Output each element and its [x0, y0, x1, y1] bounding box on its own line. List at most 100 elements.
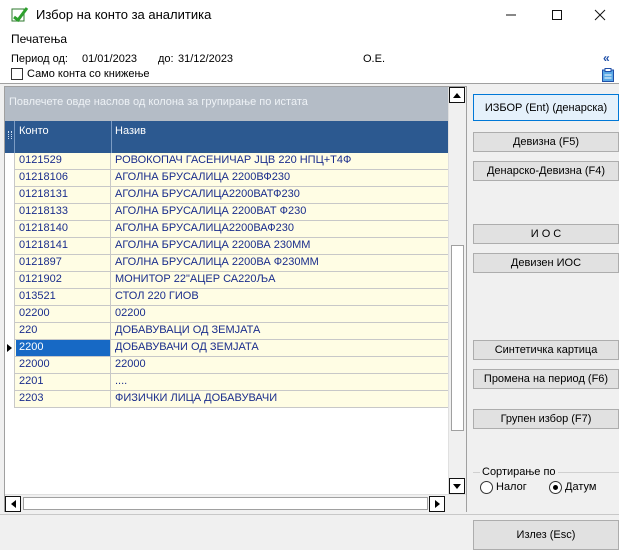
only-booked-checkbox[interactable]	[11, 68, 23, 80]
table-row[interactable]: 0121897 АГОЛНА БРУСАЛИЦА 2200ВА Ф230ММ	[5, 255, 448, 272]
row-indicator[interactable]	[5, 187, 15, 204]
accounts-grid[interactable]: Повлечете овде наслов од колона за групи…	[4, 86, 467, 512]
cell-konto[interactable]: 22000	[16, 357, 111, 373]
row-indicator[interactable]	[5, 221, 15, 238]
sort-by-datum-radio[interactable]	[549, 481, 562, 494]
cell-konto[interactable]: 220	[16, 323, 111, 339]
close-icon[interactable]	[580, 0, 619, 30]
cell-konto[interactable]: 0121897	[16, 255, 111, 271]
select-denar-button[interactable]: ИЗБОР (Ent) (денарска)	[473, 94, 619, 121]
denar-foreign-button[interactable]: Денарско-Девизна (F4)	[473, 161, 619, 181]
row-indicator[interactable]	[5, 272, 15, 289]
scroll-down-icon[interactable]	[449, 478, 465, 494]
foreign-currency-button[interactable]: Девизна (F5)	[473, 132, 619, 152]
row-indicator[interactable]	[5, 374, 15, 391]
row-indicator[interactable]	[5, 306, 15, 323]
table-row[interactable]: 0121529 РОВОКОПАЧ ГАСЕНИЧАР ЈЦВ 220 НПЦ+Т…	[5, 153, 448, 170]
row-indicator[interactable]	[5, 170, 15, 187]
cell-konto[interactable]: 013521	[16, 289, 111, 305]
cell-konto[interactable]: 02200	[16, 306, 111, 322]
table-row[interactable]: 01218140 АГОЛНА БРУСАЛИЦА2200ВАФ230	[5, 221, 448, 238]
table-row[interactable]: 01218131 АГОЛНА БРУСАЛИЦА2200ВАТФ230	[5, 187, 448, 204]
cell-naziv[interactable]: АГОЛНА БРУСАЛИЦА 2200ВФ230	[112, 170, 448, 186]
row-indicator[interactable]	[5, 153, 15, 170]
period-from-value: 01/01/2023	[82, 53, 138, 65]
group-by-panel[interactable]: Повлечете овде наслов од колона за групи…	[5, 87, 448, 121]
maximize-icon[interactable]	[534, 0, 580, 30]
cell-naziv[interactable]: ....	[112, 374, 448, 390]
row-indicator[interactable]	[5, 238, 15, 255]
table-row[interactable]: 220 ДОБАВУВАЦИ ОД ЗЕМЈАТА	[5, 323, 448, 340]
table-row[interactable]: 01218141 АГОЛНА БРУСАЛИЦА 2200ВА 230ММ	[5, 238, 448, 255]
table-row[interactable]: 01218133 АГОЛНА БРУСАЛИЦА 2200ВАТ Ф230	[5, 204, 448, 221]
change-period-button[interactable]: Промена на период (F6)	[473, 369, 619, 389]
cell-naziv[interactable]: АГОЛНА БРУСАЛИЦА2200ВАФ230	[112, 221, 448, 237]
cell-konto[interactable]: 2201	[16, 374, 111, 390]
horizontal-scrollbar[interactable]	[5, 494, 466, 512]
cell-naziv[interactable]: АГОЛНА БРУСАЛИЦА2200ВАТФ230	[112, 187, 448, 203]
minimize-icon[interactable]	[488, 0, 534, 30]
cell-naziv[interactable]: СТОЛ 220 ГИОВ	[112, 289, 448, 305]
cell-naziv[interactable]: ДОБАВУВАЧИ ОД ЗЕМЈАТА	[112, 340, 448, 356]
synthetic-card-button[interactable]: Синтетичка картица	[473, 340, 619, 360]
cell-konto[interactable]: 01218131	[16, 187, 111, 203]
row-indicator[interactable]	[5, 255, 15, 272]
table-row[interactable]: 2201....	[5, 374, 448, 391]
menu-item-pechatenja[interactable]: Печатења	[11, 32, 67, 46]
grid-empty-area	[5, 408, 448, 494]
cell-naziv[interactable]: АГОЛНА БРУСАЛИЦА 2200ВА 230ММ	[112, 238, 448, 254]
clipboard-icon[interactable]	[601, 68, 615, 82]
ios-button[interactable]: И О С	[473, 224, 619, 244]
table-row[interactable]: 02200 02200	[5, 306, 448, 323]
scroll-left-icon[interactable]	[5, 496, 21, 512]
table-row[interactable]: 013521 СТОЛ 220 ГИОВ	[5, 289, 448, 306]
row-indicator[interactable]	[5, 340, 15, 357]
cell-konto[interactable]: 0121529	[16, 153, 111, 169]
table-row[interactable]: 01218106 АГОЛНА БРУСАЛИЦА 2200ВФ230	[5, 170, 448, 187]
cell-konto[interactable]: 01218140	[16, 221, 111, 237]
horizontal-scroll-thumb[interactable]	[23, 497, 428, 510]
row-indicator[interactable]	[5, 289, 15, 306]
sort-nalog-label: Налог	[496, 481, 527, 493]
cell-naziv[interactable]: ФИЗИЧКИ ЛИЦА ДОБАВУВАЧИ	[112, 391, 448, 407]
menu-bar: Печатења	[0, 30, 619, 48]
sort-datum-label: Датум	[565, 481, 597, 493]
group-select-button[interactable]: Групен избор (F7)	[473, 409, 619, 429]
scroll-up-icon[interactable]	[449, 87, 465, 103]
collapse-chevron-icon[interactable]: «	[603, 51, 610, 65]
vertical-scrollbar[interactable]	[448, 87, 466, 494]
cell-konto[interactable]: 2203	[16, 391, 111, 407]
cell-konto[interactable]: 01218106	[16, 170, 111, 186]
column-header-naziv[interactable]: Назив	[112, 121, 448, 153]
table-row[interactable]: 2200 ДОБАВУВАЧИ ОД ЗЕМЈАТА	[5, 340, 448, 357]
period-to-value: 31/12/2023	[178, 53, 234, 65]
cell-naziv[interactable]: 22000	[112, 357, 448, 373]
cell-naziv[interactable]: РОВОКОПАЧ ГАСЕНИЧАР ЈЦВ 220 НПЦ+Т4Ф	[112, 153, 448, 169]
exit-button[interactable]: Излез (Esc)	[473, 520, 619, 550]
cell-naziv[interactable]: АГОЛНА БРУСАЛИЦА 2200ВАТ Ф230	[112, 204, 448, 220]
cell-konto[interactable]: 01218141	[16, 238, 111, 254]
row-indicator[interactable]	[5, 204, 15, 221]
row-indicator[interactable]	[5, 323, 15, 340]
cell-naziv[interactable]: ДОБАВУВАЦИ ОД ЗЕМЈАТА	[112, 323, 448, 339]
only-booked-label: Само конта со книжење	[27, 68, 150, 80]
app-logo-icon	[11, 7, 29, 23]
cell-konto[interactable]: 0121902	[16, 272, 111, 288]
cell-konto[interactable]: 2200	[16, 340, 111, 356]
row-indicator[interactable]	[5, 391, 15, 408]
row-indicator[interactable]	[5, 357, 15, 374]
cell-konto[interactable]: 01218133	[16, 204, 111, 220]
table-row[interactable]: 0121902 МОНИТОР 22"АЦЕР СА220ЉА	[5, 272, 448, 289]
column-header-konto[interactable]: Конто	[16, 121, 112, 153]
vertical-scroll-thumb[interactable]	[451, 245, 464, 431]
scroll-right-icon[interactable]	[429, 496, 445, 512]
column-chooser-icon[interactable]	[5, 121, 15, 153]
cell-naziv[interactable]: МОНИТОР 22"АЦЕР СА220ЉА	[112, 272, 448, 288]
table-row[interactable]: 2203 ФИЗИЧКИ ЛИЦА ДОБАВУВАЧИ	[5, 391, 448, 408]
period-to-label: до:	[158, 53, 174, 65]
sort-by-nalog-radio[interactable]	[480, 481, 493, 494]
foreign-ios-button[interactable]: Девизен ИОС	[473, 253, 619, 273]
cell-naziv[interactable]: АГОЛНА БРУСАЛИЦА 2200ВА Ф230ММ	[112, 255, 448, 271]
table-row[interactable]: 22000 22000	[5, 357, 448, 374]
cell-naziv[interactable]: 02200	[112, 306, 448, 322]
